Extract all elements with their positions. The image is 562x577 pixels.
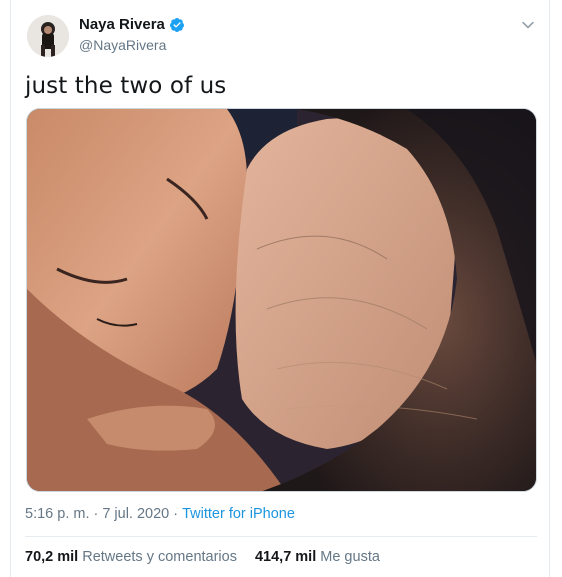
author-row: Naya Rivera [79, 16, 185, 33]
tweet-source-link[interactable]: Twitter for iPhone [182, 506, 295, 522]
divider [25, 536, 537, 537]
tweet-date[interactable]: 7 jul. 2020 [102, 506, 169, 522]
avatar[interactable] [27, 15, 69, 57]
author-handle[interactable]: @NayaRivera [79, 37, 166, 53]
retweets-label: Retweets y comentarios [82, 549, 237, 565]
verified-badge-icon [169, 17, 185, 33]
tweet-time[interactable]: 5:16 p. m. [25, 506, 89, 522]
tweet-meta: 5:16 p. m. · 7 jul. 2020 · Twitter for i… [25, 506, 295, 522]
meta-separator: · [173, 506, 179, 522]
likes-count: 414,7 mil [254, 549, 317, 565]
chevron-down-icon[interactable] [521, 18, 535, 32]
tweet-photo[interactable] [26, 108, 537, 492]
tweet-text: just the two of us [25, 73, 227, 99]
retweets-stat[interactable]: 70,2 mil Retweets y comentarios [25, 549, 237, 565]
meta-separator: · [93, 506, 99, 522]
tweet-stats: 70,2 mil Retweets y comentarios 414,7 mi… [25, 549, 380, 565]
author-name[interactable]: Naya Rivera [79, 16, 165, 33]
retweets-count: 70,2 mil [25, 549, 79, 565]
likes-stat[interactable]: 414,7 mil Me gusta [255, 549, 380, 565]
likes-label: Me gusta [320, 549, 380, 565]
